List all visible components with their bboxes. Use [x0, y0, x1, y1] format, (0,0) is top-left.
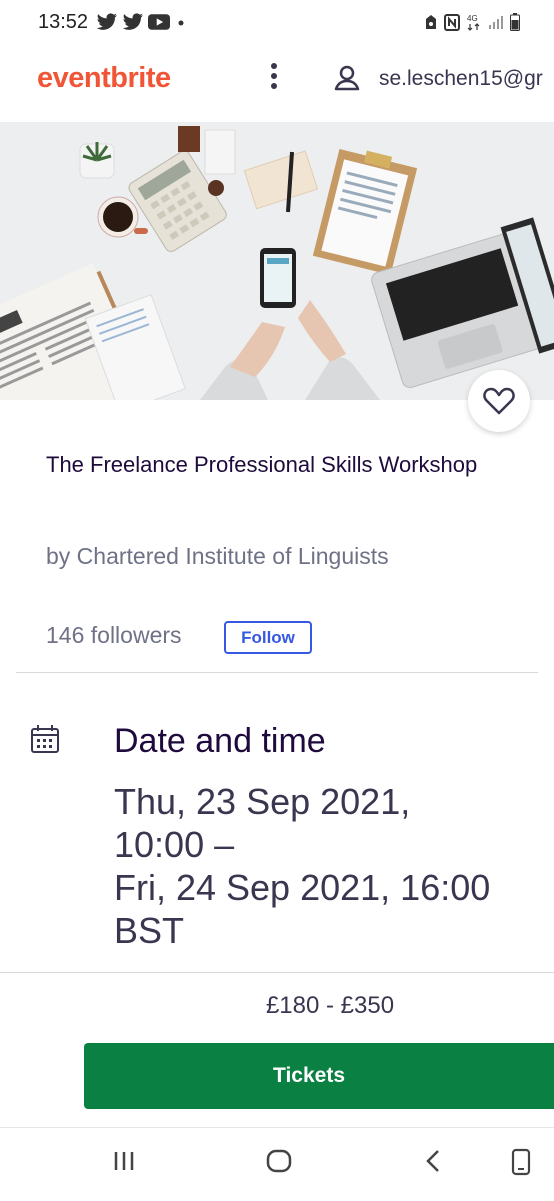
notification-icons: [96, 12, 188, 32]
system-nav-bar: [0, 1127, 554, 1201]
battery-icon: [510, 13, 520, 31]
divider: [0, 972, 554, 973]
nfc-icon: [444, 13, 460, 31]
home-icon[interactable]: [265, 1148, 293, 1174]
svg-text:4G: 4G: [467, 14, 478, 23]
save-event-button[interactable]: [468, 370, 530, 432]
follower-count: 146 followers: [46, 622, 182, 648]
rotate-icon[interactable]: [509, 1148, 533, 1176]
youtube-icon: [148, 14, 170, 30]
event-hero-image: [0, 122, 554, 400]
heart-icon: [483, 387, 515, 415]
twitter-icon: [122, 13, 143, 30]
timezone: BST: [114, 910, 185, 951]
back-icon[interactable]: [422, 1148, 446, 1174]
event-title: The Freelance Professional Skills Worksh…: [46, 452, 478, 477]
status-bar: 13:52 4G: [0, 0, 554, 44]
tickets-label: Tickets: [273, 1064, 345, 1087]
calendar-icon: [31, 725, 59, 753]
tickets-button[interactable]: Tickets: [84, 1043, 554, 1109]
alarm-icon: [426, 15, 436, 29]
date-time-value: Thu, 23 Sep 2021, 10:00 – Fri, 24 Sep 20…: [114, 780, 544, 952]
user-email[interactable]: se.leschen15@gr: [379, 67, 543, 91]
follow-button[interactable]: Follow: [224, 621, 312, 654]
price-range: £180 - £350: [265, 992, 395, 1019]
recent-apps-icon[interactable]: [111, 1148, 137, 1174]
hero-illustration: [0, 122, 554, 400]
dot-icon: [178, 20, 184, 26]
app-header: eventbrite se.leschen15@gr: [0, 44, 554, 118]
date-line-end: Fri, 24 Sep 2021, 16:00: [114, 867, 491, 908]
divider: [16, 672, 538, 673]
date-time-heading: Date and time: [114, 722, 326, 760]
signal-icon: [489, 16, 503, 29]
user-icon[interactable]: [334, 64, 360, 92]
time-line-start: 10:00 –: [114, 824, 235, 865]
4g-icon: 4G: [467, 14, 480, 31]
eventbrite-logo[interactable]: eventbrite: [37, 62, 171, 95]
date-line-start: Thu, 23 Sep 2021,: [114, 781, 411, 822]
system-icons: 4G: [424, 12, 520, 32]
twitter-icon: [96, 13, 117, 30]
organizer-name[interactable]: by Chartered Institute of Linguists: [46, 538, 406, 575]
kebab-menu-icon[interactable]: [262, 60, 286, 96]
status-time: 13:52: [38, 11, 89, 33]
